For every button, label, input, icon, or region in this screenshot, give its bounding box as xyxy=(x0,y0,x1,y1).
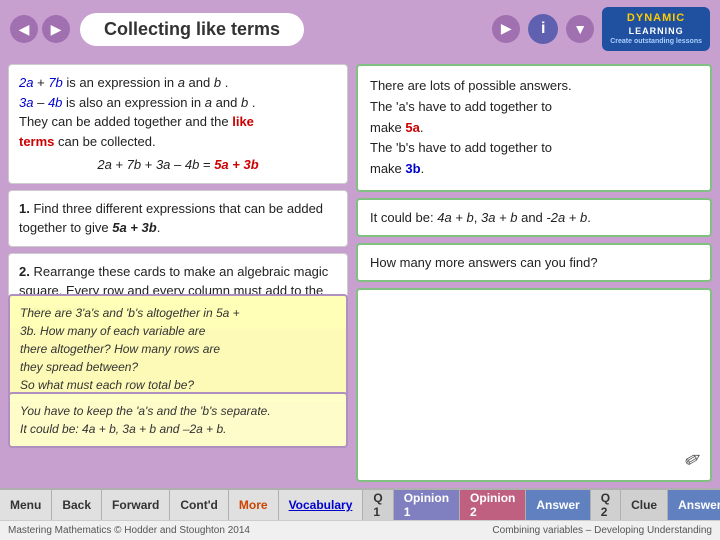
hint2-box: You have to keep the 'a's and the 'b's s… xyxy=(8,392,348,448)
ans-line4: The 'b's have to add together to xyxy=(370,138,698,159)
intro-plus1: + xyxy=(37,75,48,90)
main-content: 2a + 7b is an expression in a and b . 3a… xyxy=(0,58,720,488)
ans-line5: make 3b. xyxy=(370,159,698,180)
intro-equation: 2a + 7b + 3a – 4b = 5a + 3b xyxy=(19,155,337,175)
q1-button[interactable]: Q 1 xyxy=(363,490,393,520)
hint1-3b: 3b. xyxy=(20,324,37,338)
hint1-line2: 3b. How many of each variable are xyxy=(20,322,336,340)
intro-line1: 2a + 7b is an expression in a and b . xyxy=(19,73,337,93)
answer-button[interactable]: Answer xyxy=(526,490,590,520)
footer: Mastering Mathematics © Hodder and Stoug… xyxy=(0,520,720,540)
more-button[interactable]: More xyxy=(229,490,279,520)
intro-line3: They can be added together and the like xyxy=(19,112,337,132)
info-icon[interactable]: i xyxy=(528,14,558,44)
pencil-icon: ✏ xyxy=(680,444,707,474)
intro-b: b xyxy=(214,75,221,90)
header-right: ▶ i ▼ DYNAMIC LEARNING Create outstandin… xyxy=(492,7,710,50)
arrow-down-btn[interactable]: ▼ xyxy=(566,15,594,43)
intro-3a: 3a xyxy=(19,95,33,110)
intro-terms: terms xyxy=(19,134,54,149)
arrow-right-btn[interactable]: ▶ xyxy=(42,15,70,43)
right-drawing-area[interactable]: ✏ xyxy=(356,288,712,482)
intro-7b: 7b xyxy=(48,75,62,90)
q2-button[interactable]: Q 2 xyxy=(591,490,621,520)
ex-4ab: 4a + b xyxy=(437,210,474,225)
right-more-text: How many more answers can you find? xyxy=(370,255,698,270)
left-column: 2a + 7b is an expression in a and b . 3a… xyxy=(8,64,348,482)
page-title: Collecting like terms xyxy=(80,13,304,46)
ans-line3: make 5a. xyxy=(370,118,698,139)
intro-text2: is also an expression in xyxy=(66,95,205,110)
arrow-left-btn[interactable]: ◀ xyxy=(10,15,38,43)
intro-2a: 2a xyxy=(19,75,33,90)
eq-3a: 3a xyxy=(156,157,170,172)
vocabulary-button[interactable]: Vocabulary xyxy=(279,490,364,520)
right-example-box: It could be: 4a + b, 3a + b and -2a + b. xyxy=(356,198,712,237)
eq-7b: 7b xyxy=(127,157,141,172)
eq-result: 5a + 3b xyxy=(214,157,258,172)
footer-right: Combining variables – Developing Underst… xyxy=(492,525,712,536)
right-column: There are lots of possible answers. The … xyxy=(356,64,712,482)
hint1-line1: There are 3'a's and 'b's altogether in 5… xyxy=(20,304,336,322)
hint1-line4: they spread between? xyxy=(20,358,336,376)
eq-4b: 4b xyxy=(185,157,199,172)
intro-like: like xyxy=(232,114,254,129)
q1-number: 1. xyxy=(19,201,30,216)
ex-3ab: 3a + b xyxy=(481,210,518,225)
intro-and2: and xyxy=(216,95,241,110)
forward-button[interactable]: Forward xyxy=(102,490,170,520)
arrow-right-btn2[interactable]: ▶ xyxy=(492,15,520,43)
hint2-expr: 4a + b, 3a + b xyxy=(82,422,156,436)
intro-line2: 3a – 4b is also an expression in a and b… xyxy=(19,93,337,113)
logo: DYNAMIC LEARNING Create outstanding less… xyxy=(602,7,710,50)
q1-target: 5a + 3b xyxy=(112,220,156,235)
ans-5a: 5a xyxy=(405,120,419,135)
intro-box: 2a + 7b is an expression in a and b . 3a… xyxy=(8,64,348,184)
intro-line3b: terms can be collected. xyxy=(19,132,337,152)
opinion1-button[interactable]: Opinion 1 xyxy=(394,490,460,520)
opinion2-button[interactable]: Opinion 2 xyxy=(460,490,526,520)
contd-button[interactable]: Cont'd xyxy=(170,490,229,520)
intro-and1: and xyxy=(189,75,214,90)
q1-text: Find three different expressions that ca… xyxy=(19,201,323,236)
right-more-box: How many more answers can you find? xyxy=(356,243,712,282)
intro-period2: . xyxy=(252,95,256,110)
header: ◀ ▶ Collecting like terms ▶ i ▼ DYNAMIC … xyxy=(0,0,720,58)
intro-minus: – xyxy=(37,95,48,110)
ans-3b: 3b xyxy=(405,161,420,176)
intro-a2: a xyxy=(205,95,212,110)
ans-line1: There are lots of possible answers. xyxy=(370,76,698,97)
intro-4b: 4b xyxy=(48,95,62,110)
logo-tagline: Create outstanding lessons xyxy=(610,37,702,46)
hint2-neg: –2a + b. xyxy=(183,422,227,436)
logo-dynamic: DYNAMIC xyxy=(610,11,702,25)
hint2-line1: You have to keep the 'a's and the 'b's s… xyxy=(20,402,336,420)
nav-bar: Menu Back Forward Cont'd More Vocabulary… xyxy=(0,488,720,520)
menu-button[interactable]: Menu xyxy=(0,490,52,520)
clue-button[interactable]: Clue xyxy=(621,490,668,520)
intro-period1: . xyxy=(225,75,229,90)
footer-left: Mastering Mathematics © Hodder and Stoug… xyxy=(8,525,250,536)
intro-text1: is an expression in xyxy=(66,75,177,90)
q2-number: 2. xyxy=(19,264,30,279)
logo-learning: LEARNING xyxy=(610,26,702,38)
intro-b2: b xyxy=(241,95,248,110)
intro-a: a xyxy=(178,75,185,90)
eq-2a: 2a xyxy=(97,157,111,172)
hint2-line2: It could be: 4a + b, 3a + b and –2a + b. xyxy=(20,420,336,438)
hint1-box: There are 3'a's and 'b's altogether in 5… xyxy=(8,294,348,404)
right-example-text: It could be: 4a + b, 3a + b and -2a + b. xyxy=(370,210,698,225)
ex-neg2ab: -2a + b xyxy=(546,210,587,225)
hint1-line3: there altogether? How many rows are xyxy=(20,340,336,358)
header-left-arrows: ◀ ▶ xyxy=(10,15,70,43)
answer2-button[interactable]: Answer xyxy=(668,490,720,520)
hint1-5a3b: 5a + xyxy=(216,306,240,320)
question1-box: 1. Find three different expressions that… xyxy=(8,190,348,247)
ans-line2: The 'a's have to add together to xyxy=(370,97,698,118)
right-answer-box: There are lots of possible answers. The … xyxy=(356,64,712,192)
back-button[interactable]: Back xyxy=(52,490,102,520)
